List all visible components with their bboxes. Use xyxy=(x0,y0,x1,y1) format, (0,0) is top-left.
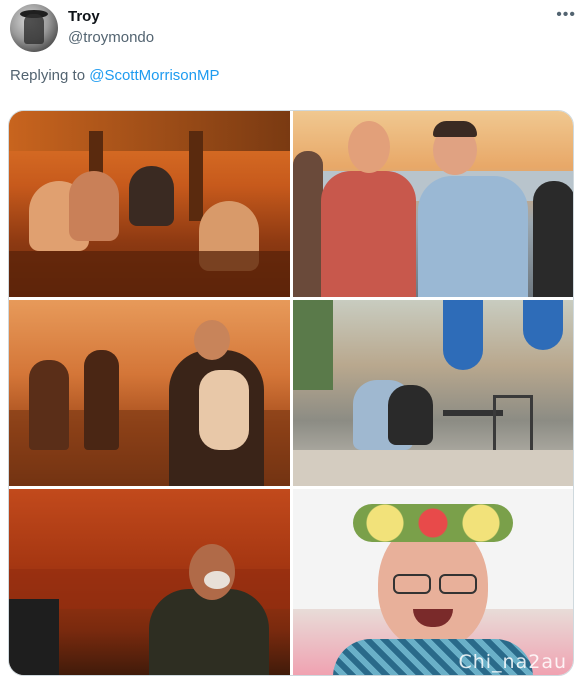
mask-shape xyxy=(204,571,230,589)
reply-context: Replying to @ScottMorrisonMP xyxy=(10,67,219,84)
child-figure-shape xyxy=(129,166,174,226)
water-shape xyxy=(9,251,290,297)
photo-beach-group[interactable] xyxy=(293,111,573,297)
blanket-shape xyxy=(199,370,249,450)
life-jacket-shape xyxy=(149,589,269,675)
author-name[interactable]: Troy xyxy=(68,8,100,25)
media-grid[interactable]: Chi_na2au xyxy=(8,110,574,676)
avatar[interactable] xyxy=(10,4,58,52)
photo-beach-evacuation[interactable] xyxy=(9,300,290,486)
tweet-header: Troy @troymondo ••• xyxy=(10,4,576,54)
red-shirt-person-shape xyxy=(321,171,416,297)
more-horizontal-icon[interactable]: ••• xyxy=(556,6,576,24)
author-handle[interactable]: @troymondo xyxy=(68,29,154,46)
photo-family-in-water[interactable] xyxy=(9,111,290,297)
watermark-text: Chi_na2au xyxy=(458,651,567,673)
face-shape xyxy=(348,121,390,173)
dark-shirt-person-shape xyxy=(533,181,573,297)
umbrella-shape xyxy=(443,300,483,370)
face-shape xyxy=(194,320,230,360)
boat-motor-shape xyxy=(9,599,59,675)
jetty-shape xyxy=(9,111,290,151)
chair-shape xyxy=(493,395,533,455)
photo-man-floral-crown[interactable]: Chi_na2au xyxy=(293,489,573,675)
avatar-figure-shape xyxy=(24,14,44,44)
person-shape xyxy=(84,350,119,450)
photo-cafe-couple[interactable] xyxy=(293,300,573,486)
jetty-post-shape xyxy=(189,131,203,221)
paving-shape xyxy=(293,450,573,486)
umbrella-shape xyxy=(523,300,563,350)
person-shape xyxy=(293,151,323,297)
floral-crown-shape xyxy=(353,504,513,542)
person-shape xyxy=(29,360,69,450)
adult-figure-shape xyxy=(69,171,119,241)
cap-shape xyxy=(433,121,477,137)
glasses-left-shape xyxy=(393,574,431,594)
woman-seated-shape xyxy=(388,385,433,445)
glasses-right-shape xyxy=(439,574,477,594)
blue-shirt-person-shape xyxy=(418,176,528,297)
photo-girl-on-boat[interactable] xyxy=(9,489,290,675)
reply-to-link[interactable]: @ScottMorrisonMP xyxy=(89,67,219,84)
tree-shape xyxy=(293,300,333,390)
reply-prefix: Replying to xyxy=(10,67,86,84)
